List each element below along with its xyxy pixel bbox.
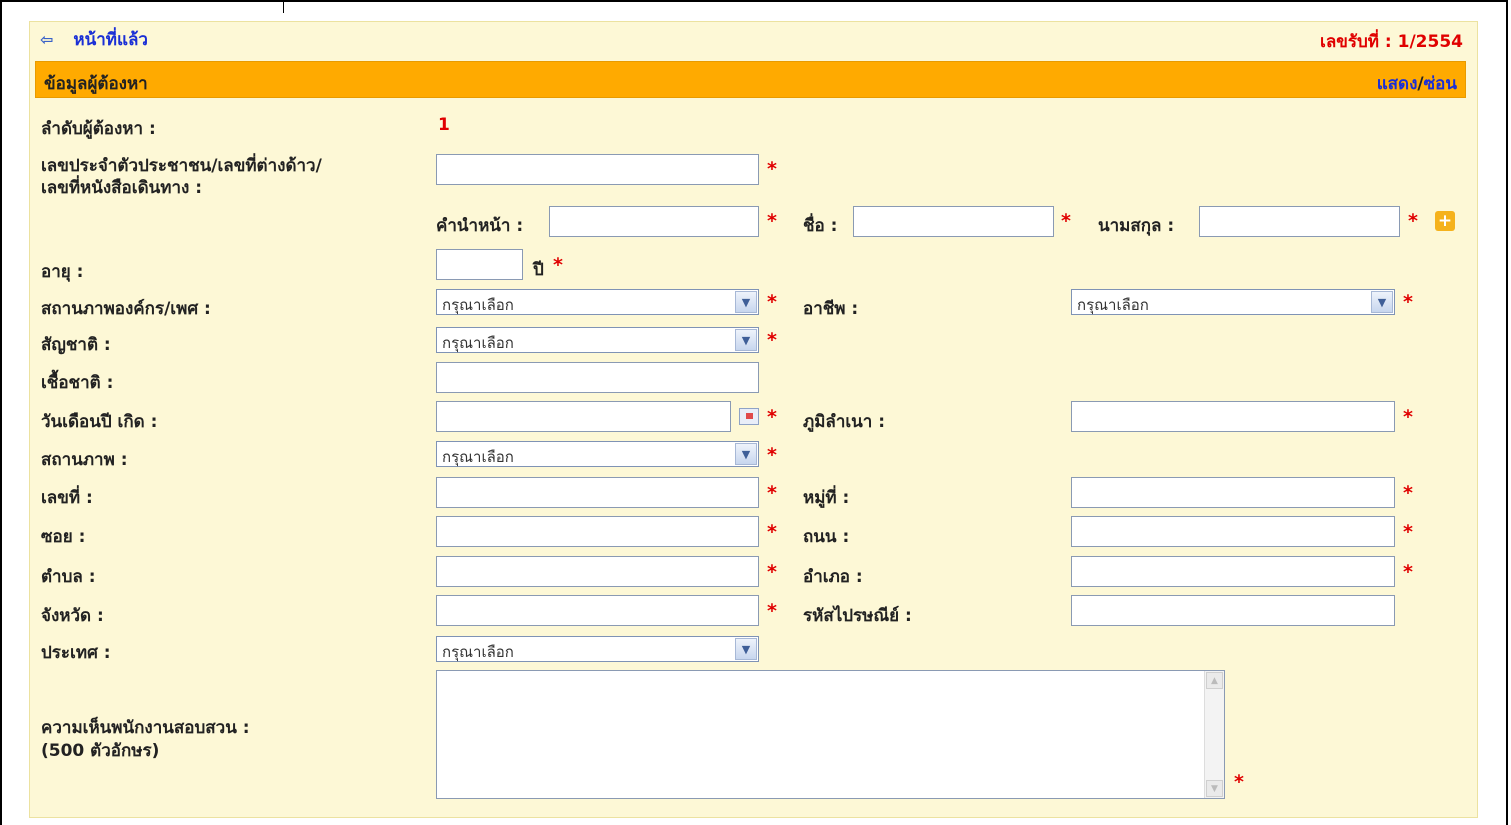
frame-right-border: [1506, 0, 1508, 825]
dob-required-mark: *: [767, 406, 777, 428]
hide-link[interactable]: ซ่อน: [1424, 74, 1457, 94]
org-gender-label: สถานภาพองค์กร/เพศ :: [41, 299, 211, 319]
chevron-down-icon[interactable]: ▼: [735, 291, 757, 313]
age-unit: ปี: [533, 260, 544, 280]
order-label: ลำดับผู้ต้องหา :: [41, 119, 156, 139]
road-required-mark: *: [1403, 521, 1413, 543]
surname-label: นามสกุล :: [1098, 216, 1175, 236]
prefix-input[interactable]: [549, 206, 759, 237]
house-number-required-mark: *: [767, 482, 777, 504]
surname-required-mark: *: [1408, 210, 1418, 232]
road-input[interactable]: [1071, 516, 1395, 547]
postcode-input[interactable]: [1071, 595, 1395, 626]
occupation-label: อาชีพ :: [803, 299, 859, 319]
back-link-label: หน้าที่แล้ว: [73, 29, 148, 50]
scroll-down-icon[interactable]: ▼: [1206, 780, 1223, 797]
comment-scrollbar[interactable]: ▲ ▼: [1204, 671, 1224, 798]
race-label: เชื้อชาติ :: [41, 373, 114, 393]
chevron-down-icon[interactable]: ▼: [735, 329, 757, 351]
order-value: 1: [438, 115, 450, 135]
chevron-down-icon[interactable]: ▼: [735, 638, 757, 660]
id-number-input[interactable]: [436, 154, 759, 185]
nationality-label: สัญชาติ :: [41, 335, 111, 355]
receipt-value: 1/2554: [1397, 32, 1463, 52]
org-gender-required-mark: *: [767, 291, 777, 313]
comment-required-mark: *: [1234, 771, 1244, 793]
dob-label: วันเดือนปี เกิด :: [41, 412, 158, 432]
district-input[interactable]: [1071, 556, 1395, 587]
first-name-label: ชื่อ :: [803, 216, 838, 236]
soi-input[interactable]: [436, 516, 759, 547]
left-arrow-icon: ⇦: [40, 29, 54, 49]
scroll-up-icon[interactable]: ▲: [1206, 672, 1223, 689]
add-suspect-plus-icon[interactable]: +: [1435, 211, 1455, 231]
race-input[interactable]: [436, 362, 759, 393]
occupation-required-mark: *: [1403, 291, 1413, 313]
province-required-mark: *: [767, 600, 777, 622]
receipt-label: เลขรับที่ :: [1320, 32, 1392, 52]
calendar-icon[interactable]: [739, 408, 759, 425]
first-name-input[interactable]: [853, 206, 1054, 237]
id-required-mark: *: [767, 158, 777, 180]
marital-required-mark: *: [767, 444, 777, 466]
age-input[interactable]: [436, 249, 523, 280]
subdistrict-required-mark: *: [767, 561, 777, 583]
age-label: อายุ :: [41, 262, 84, 282]
moo-required-mark: *: [1403, 482, 1413, 504]
road-label: ถนน :: [803, 527, 850, 547]
district-label: อำเภอ :: [803, 567, 863, 587]
section-title: ข้อมูลผู้ต้องหา: [44, 74, 148, 94]
country-select-value: กรุณาเลือก: [442, 643, 514, 661]
frame-left-border: [0, 0, 2, 825]
province-label: จังหวัด :: [41, 606, 104, 626]
frame-divider: [283, 0, 284, 13]
subdistrict-label: ตำบล :: [41, 567, 96, 587]
moo-label: หมู่ที่ :: [803, 488, 850, 508]
occupation-select-value: กรุณาเลือก: [1077, 296, 1149, 314]
subdistrict-input[interactable]: [436, 556, 759, 587]
comment-label-line2: (500 ตัวอักษร): [41, 741, 160, 761]
nationality-select-value: กรุณาเลือก: [442, 334, 514, 352]
province-input[interactable]: [436, 595, 759, 626]
org-gender-select-value: กรุณาเลือก: [442, 296, 514, 314]
chevron-down-icon[interactable]: ▼: [1371, 291, 1393, 313]
prefix-required-mark: *: [767, 210, 777, 232]
surname-input[interactable]: [1199, 206, 1400, 237]
nationality-select[interactable]: กรุณาเลือก ▼: [436, 327, 759, 353]
prefix-label: คำนำหน้า :: [436, 216, 524, 236]
org-gender-select[interactable]: กรุณาเลือก ▼: [436, 289, 759, 315]
marital-select-value: กรุณาเลือก: [442, 448, 514, 466]
receipt-number: เลขรับที่ : 1/2554: [1320, 28, 1463, 55]
soi-label: ซอย :: [41, 527, 86, 547]
house-number-label: เลขที่ :: [41, 488, 93, 508]
first-name-required-mark: *: [1061, 210, 1071, 232]
domicile-input[interactable]: [1071, 401, 1395, 432]
district-required-mark: *: [1403, 561, 1413, 583]
section-header-bar: ข้อมูลผู้ต้องหา แสดง/ซ่อน: [35, 61, 1466, 98]
back-link[interactable]: ⇦ หน้าที่แล้ว: [40, 28, 148, 50]
frame-top-border: [0, 0, 1508, 2]
marital-select[interactable]: กรุณาเลือก ▼: [436, 441, 759, 467]
show-link[interactable]: แสดง: [1377, 74, 1418, 94]
domicile-required-mark: *: [1403, 406, 1413, 428]
chevron-down-icon[interactable]: ▼: [735, 443, 757, 465]
domicile-label: ภูมิลำเนา :: [803, 412, 886, 432]
show-hide-toggle: แสดง/ซ่อน: [1377, 70, 1457, 97]
marital-label: สถานภาพ :: [41, 450, 128, 470]
country-label: ประเทศ :: [41, 643, 111, 663]
age-required-mark: *: [553, 254, 563, 276]
nationality-required-mark: *: [767, 329, 777, 351]
soi-required-mark: *: [767, 521, 777, 543]
moo-input[interactable]: [1071, 477, 1395, 508]
comment-textarea[interactable]: ▲ ▼: [436, 670, 1225, 799]
dob-input[interactable]: [436, 401, 731, 432]
occupation-select[interactable]: กรุณาเลือก ▼: [1071, 289, 1395, 315]
id-label-line2: เลขที่หนังสือเดินทาง :: [41, 178, 203, 198]
country-select[interactable]: กรุณาเลือก ▼: [436, 636, 759, 662]
postcode-label: รหัสไปรษณีย์ :: [803, 606, 912, 626]
house-number-input[interactable]: [436, 477, 759, 508]
